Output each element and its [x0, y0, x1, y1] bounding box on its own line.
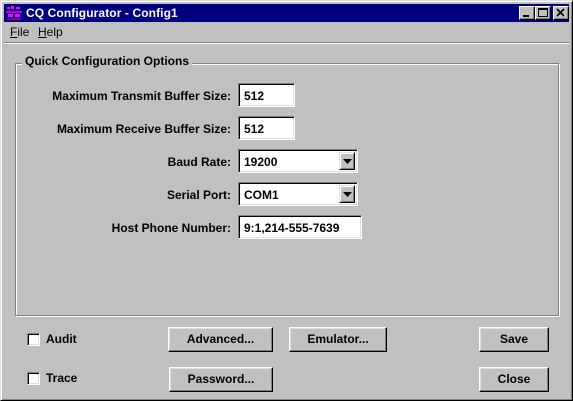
baud-rate-label: Baud Rate:: [167, 155, 231, 169]
minimize-icon: [523, 15, 529, 17]
menu-help-label: elp: [46, 25, 63, 39]
max-transmit-input[interactable]: 512: [238, 83, 295, 107]
audit-label[interactable]: Audit: [46, 332, 77, 346]
audit-checkbox[interactable]: [27, 333, 40, 346]
menu-file-label: ile: [17, 25, 30, 39]
serial-port-label: Serial Port:: [166, 188, 231, 202]
max-receive-input[interactable]: 512: [238, 116, 295, 140]
window-title: CQ Configurator - Config1: [26, 6, 178, 20]
cq-app-icon[interactable]: [6, 5, 22, 21]
baud-rate-value: 19200: [244, 155, 278, 169]
quick-config-group-title: Quick Configuration Options: [22, 54, 192, 68]
close-button[interactable]: Close: [479, 367, 549, 392]
menu-file[interactable]: File: [10, 25, 29, 39]
host-phone-label: Host Phone Number:: [111, 221, 231, 235]
trace-label[interactable]: Trace: [46, 371, 77, 385]
menu-help[interactable]: Help: [38, 25, 63, 39]
password-button[interactable]: Password...: [169, 367, 273, 392]
host-phone-input[interactable]: 9:1,214-555-7639: [238, 215, 362, 239]
close-window-button[interactable]: [553, 6, 569, 20]
chevron-down-icon: [343, 159, 352, 164]
serial-port-dropdown-button[interactable]: [339, 185, 355, 203]
baud-rate-select[interactable]: 19200: [238, 149, 358, 173]
baud-rate-dropdown-button[interactable]: [339, 152, 355, 170]
maximize-icon: [538, 8, 548, 17]
trace-checkbox[interactable]: [27, 372, 40, 385]
app-window: CQ Configurator - Config1 File Help Quic…: [0, 0, 573, 401]
minimize-button[interactable]: [519, 6, 535, 20]
close-icon: [556, 8, 565, 17]
menu-separator: [4, 42, 569, 44]
max-receive-label: Maximum Receive Buffer Size:: [56, 122, 231, 136]
save-button[interactable]: Save: [479, 327, 549, 352]
serial-port-value: COM1: [244, 188, 279, 202]
max-transmit-label: Maximum Transmit Buffer Size:: [52, 89, 231, 103]
emulator-button[interactable]: Emulator...: [289, 327, 387, 352]
chevron-down-icon: [343, 192, 352, 197]
serial-port-select[interactable]: COM1: [238, 182, 358, 206]
menu-bar: File Help: [4, 23, 569, 41]
title-bar[interactable]: CQ Configurator - Config1: [4, 4, 569, 22]
menu-help-mnemonic: H: [38, 25, 47, 39]
maximize-button[interactable]: [535, 6, 551, 20]
advanced-button[interactable]: Advanced...: [168, 327, 273, 352]
